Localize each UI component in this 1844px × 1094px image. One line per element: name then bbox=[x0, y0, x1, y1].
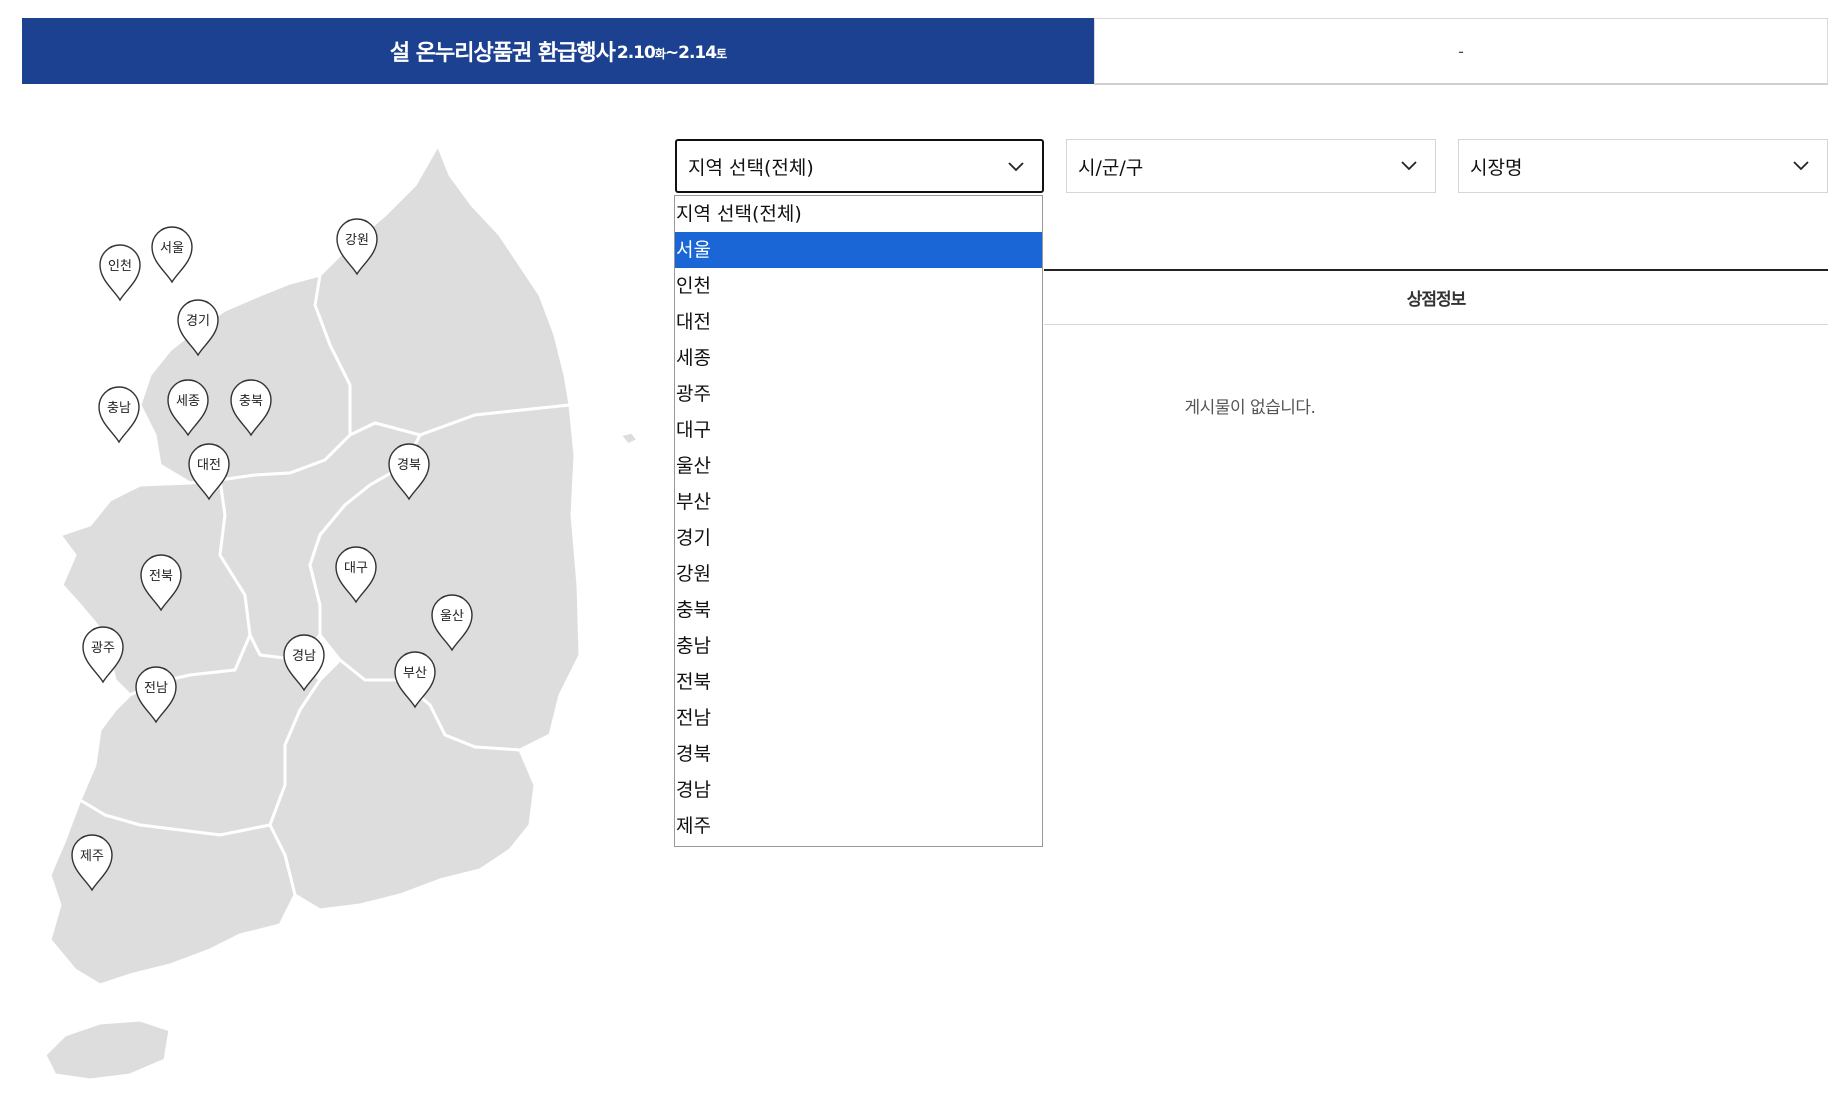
region-select-value: 지역 선택(전체) bbox=[688, 156, 814, 179]
region-option[interactable]: 광주 bbox=[675, 376, 1042, 412]
tab-date: 2.10화~2.14토 bbox=[616, 43, 727, 63]
map-land bbox=[43, 143, 640, 1082]
map-pin-label: 광주 bbox=[91, 641, 115, 656]
region-jeju bbox=[43, 1018, 172, 1082]
map-pin-label: 세종 bbox=[176, 394, 200, 409]
region-option[interactable]: 세종 bbox=[675, 340, 1042, 376]
map-pin-label: 인천 bbox=[108, 259, 132, 274]
city-select-value: 시/군/구 bbox=[1078, 156, 1144, 179]
region-dropdown-list: 지역 선택(전체) 서울 인천 대전 세종 광주 대구 울산 부산 경기 강원 충북 충남 전북 전남 경북 경… bbox=[674, 195, 1043, 847]
region-gangwon bbox=[313, 143, 572, 437]
region-option[interactable]: 인천 bbox=[675, 268, 1042, 304]
tab-refund-event[interactable]: 설 온누리상품권 환급행사 2.10화~2.14토 bbox=[22, 18, 1094, 84]
region-option[interactable]: 경남 bbox=[675, 772, 1042, 808]
region-option[interactable]: 전북 bbox=[675, 664, 1042, 700]
map-pin-label: 대전 bbox=[197, 458, 221, 473]
map-pin-label: 부산 bbox=[403, 666, 427, 681]
table-header-store-info: 상점정보 bbox=[1406, 290, 1467, 310]
market-select-value: 시장명 bbox=[1470, 156, 1523, 179]
map-pin-label: 제주 bbox=[80, 849, 104, 864]
region-option[interactable]: 경북 bbox=[675, 736, 1042, 772]
region-option[interactable]: 지역 선택(전체) bbox=[675, 196, 1042, 232]
city-select[interactable]: 시/군/구 bbox=[1066, 139, 1436, 193]
region-option[interactable]: 서울 bbox=[675, 232, 1042, 268]
table-header: 상점정보 bbox=[1044, 271, 1828, 325]
region-option[interactable]: 충남 bbox=[675, 628, 1042, 664]
map-pin[interactable]: 인천 bbox=[99, 244, 141, 302]
market-select[interactable]: 시장명 bbox=[1458, 139, 1828, 193]
region-option[interactable]: 대구 bbox=[675, 412, 1042, 448]
empty-message: 게시물이 없습니다. bbox=[1184, 398, 1316, 418]
map-pin-label: 전남 bbox=[144, 681, 168, 696]
map-pin-label: 강원 bbox=[345, 233, 369, 248]
korea-region-map: 서울인천 강원경기충남 세종 충북대전 경북전북 대구울산광주경남부산전남제주 bbox=[20, 135, 660, 1090]
chevron-down-icon bbox=[1793, 161, 1809, 171]
region-option[interactable]: 제주 bbox=[675, 808, 1042, 844]
korea-map-svg: 서울인천 강원경기충남 세종 충북대전 경북전북 대구울산광주경남부산전남제주 bbox=[43, 143, 640, 1082]
map-pin-label: 서울 bbox=[160, 241, 184, 256]
region-option[interactable]: 경기 bbox=[675, 520, 1042, 556]
map-pin[interactable]: 서울 bbox=[151, 226, 193, 284]
region-select[interactable]: 지역 선택(전체) bbox=[675, 139, 1044, 193]
tab-empty[interactable]: - bbox=[1094, 18, 1828, 85]
tab-title: 설 온누리상품권 환급행사 bbox=[389, 41, 616, 66]
region-jeonnam bbox=[48, 798, 297, 987]
chevron-down-icon bbox=[1401, 161, 1417, 171]
event-tabs: 설 온누리상품권 환급행사 2.10화~2.14토 - bbox=[22, 18, 1828, 85]
region-option[interactable]: 충북 bbox=[675, 592, 1042, 628]
map-pin-label: 경남 bbox=[292, 649, 316, 664]
region-option[interactable]: 부산 bbox=[675, 484, 1042, 520]
region-option[interactable]: 전남 bbox=[675, 700, 1042, 736]
map-pin-label: 대구 bbox=[344, 561, 368, 576]
map-pin[interactable]: 충남 bbox=[98, 386, 140, 444]
region-option[interactable]: 울산 bbox=[675, 448, 1042, 484]
map-pin-label: 경기 bbox=[186, 314, 210, 329]
chevron-down-icon bbox=[1008, 162, 1024, 172]
map-pin-label: 전북 bbox=[149, 569, 173, 584]
region-ulleung bbox=[618, 430, 640, 447]
region-option[interactable]: 대전 bbox=[675, 304, 1042, 340]
map-pin-label: 충남 bbox=[107, 401, 131, 416]
map-pin-label: 경북 bbox=[397, 458, 421, 473]
map-pin-label: 울산 bbox=[440, 609, 464, 624]
region-option[interactable]: 강원 bbox=[675, 556, 1042, 592]
map-pin-label: 충북 bbox=[239, 394, 263, 409]
